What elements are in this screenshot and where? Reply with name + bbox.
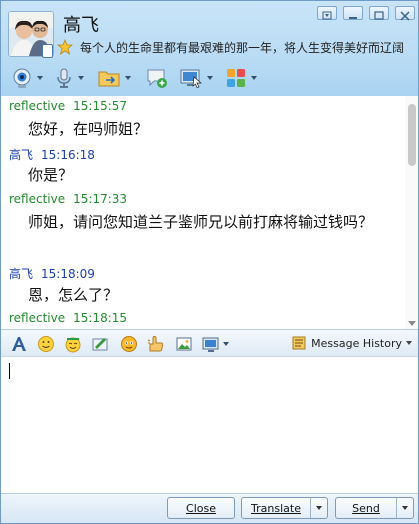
nudge-icon[interactable] — [147, 335, 165, 353]
maximize-button[interactable] — [369, 6, 389, 20]
mobile-status-icon — [42, 44, 53, 58]
personal-signature: 每个人的生命里都有最艰难的那一年，将人生变得美好而辽阔 — [80, 41, 405, 55]
image-icon[interactable] — [175, 335, 193, 353]
chat-header: 高飞 每个人的生命里都有最艰难的那一年，将人生变得美好而辽阔 — [1, 1, 418, 61]
input-toolbar: Message History — [1, 329, 418, 357]
remote-assistance-button[interactable] — [179, 65, 213, 91]
transfer-file-button[interactable] — [97, 65, 131, 91]
webcam-button[interactable] — [11, 65, 43, 91]
font-icon[interactable] — [10, 335, 28, 353]
scroll-down-arrow[interactable] — [408, 321, 416, 326]
sender-name: 高飞 — [9, 267, 34, 281]
message-history-icon — [292, 336, 306, 350]
scroll-thumb[interactable] — [408, 104, 416, 166]
chevron-down-icon — [406, 341, 412, 345]
bottom-bar: Close Translate Send — [1, 493, 418, 523]
send-button-label: Send — [352, 501, 380, 515]
sender-name: reflective — [9, 192, 66, 206]
chat-window: 高飞 每个人的生命里都有最艰难的那一年，将人生变得美好而辽阔 reflectiv… — [0, 0, 419, 524]
contact-name: 高飞 — [63, 15, 99, 36]
close-button[interactable]: Close — [167, 497, 235, 519]
message-time: 15:18:09 — [41, 267, 95, 281]
message-history-area[interactable]: reflective 15:15:57 您好，在吗师姐？ 高飞 15:16:18 你… — [1, 96, 418, 329]
magic-emoticon-icon[interactable] — [64, 335, 82, 353]
scrollbar[interactable] — [405, 96, 418, 329]
send-sms-button[interactable] — [145, 65, 169, 91]
translate-button[interactable]: Translate — [241, 497, 311, 519]
apps-icon — [227, 69, 245, 87]
window-controls — [317, 6, 415, 21]
message-time: 15:16:18 — [41, 148, 95, 162]
emoticon-icon[interactable] — [37, 335, 55, 353]
message-input[interactable] — [1, 357, 418, 493]
sender-name: reflective — [9, 99, 66, 113]
wink-icon[interactable] — [120, 335, 138, 353]
transfer-file-icon — [98, 71, 120, 87]
screenshot-dropdown-icon[interactable] — [222, 341, 230, 347]
handwriting-icon[interactable] — [91, 335, 109, 353]
star-icon[interactable] — [57, 39, 73, 55]
message-history-button[interactable]: Message History — [291, 335, 412, 351]
message-text: 师姐，请问您知道兰子鉴师兄以前打麻将输过钱吗？ — [28, 213, 374, 231]
sender-name: 高飞 — [9, 148, 34, 162]
message-header: 高飞 15:18:09 — [9, 265, 95, 282]
microphone-icon — [57, 68, 71, 88]
screenshot-icon[interactable] — [202, 335, 220, 353]
translate-button-label: Translate — [251, 501, 301, 515]
remote-assistance-icon — [180, 69, 202, 88]
message-header: reflective 15:17:33 — [9, 192, 127, 206]
chat-toolbar — [1, 61, 418, 95]
send-sms-icon — [147, 69, 167, 88]
send-options-button[interactable] — [396, 497, 414, 519]
message-text: 恩，怎么了？ — [28, 286, 119, 304]
message-text: 你是？ — [28, 166, 74, 184]
message-text: 您好，在吗师姐？ — [28, 120, 149, 138]
message-header: reflective 15:15:57 — [9, 99, 127, 113]
message-time: 15:17:33 — [73, 192, 128, 206]
message-header: reflective 15:18:15 — [9, 311, 127, 325]
menu-button[interactable] — [317, 6, 337, 20]
text-cursor — [9, 363, 10, 379]
message-time: 15:18:15 — [73, 311, 128, 325]
minimize-button[interactable] — [343, 6, 363, 20]
webcam-icon — [13, 68, 31, 88]
voice-button[interactable] — [54, 65, 84, 91]
send-button[interactable]: Send — [335, 497, 397, 519]
translate-dropdown-button[interactable] — [310, 497, 328, 519]
close-button-label: Close — [186, 501, 216, 515]
message-history-label: Message History — [311, 336, 402, 350]
apps-button[interactable] — [225, 65, 257, 91]
message-time: 15:15:57 — [73, 99, 128, 113]
message-header: 高飞 15:16:18 — [9, 146, 95, 163]
sender-name: reflective — [9, 311, 66, 325]
close-window-button[interactable] — [395, 6, 415, 21]
